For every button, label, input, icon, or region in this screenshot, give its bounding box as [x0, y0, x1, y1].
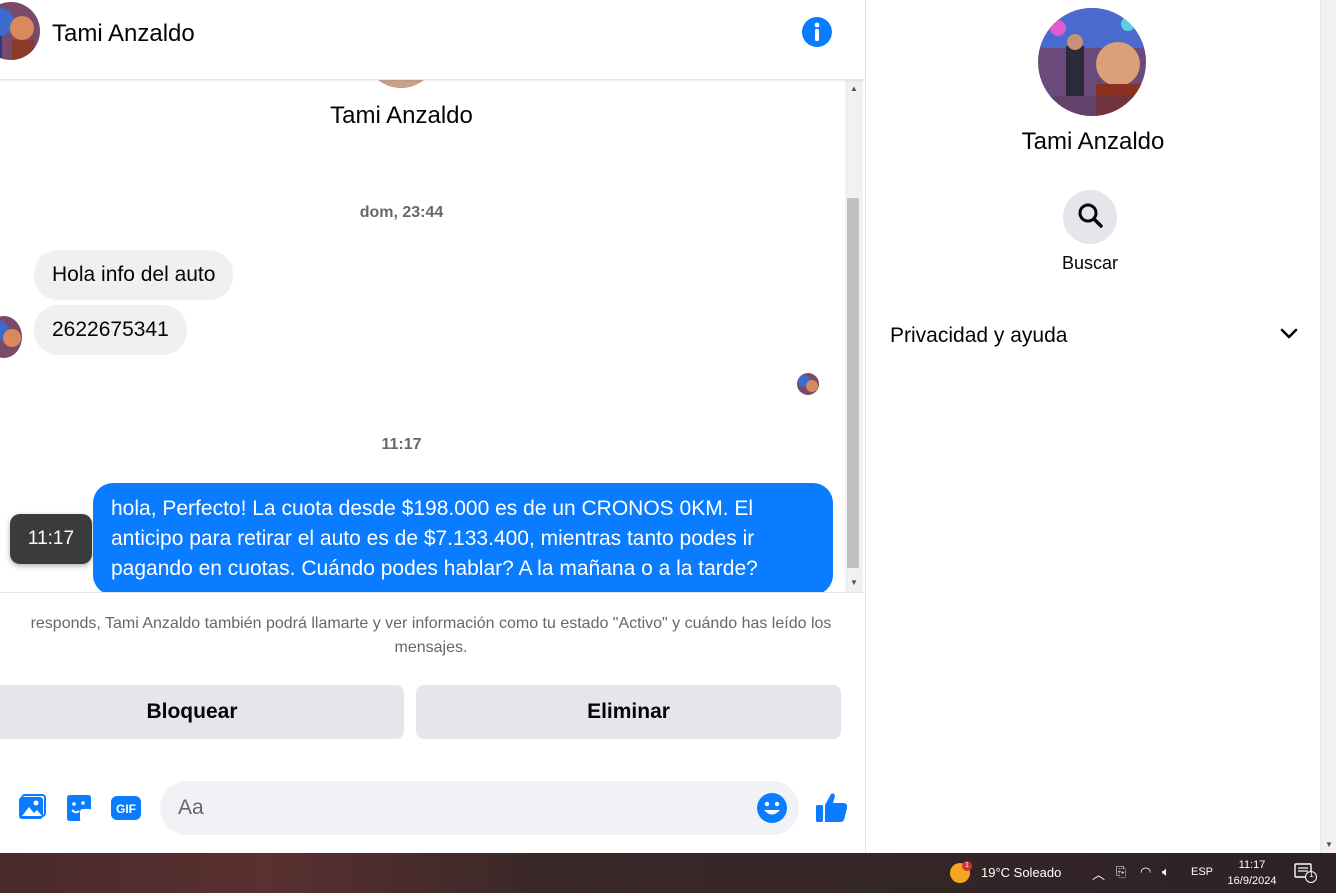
profile-name: Tami Anzaldo	[330, 102, 473, 129]
like-icon[interactable]	[814, 790, 850, 826]
message-timestamp: dom, 23:44	[359, 204, 444, 221]
search-button[interactable]	[1063, 190, 1117, 244]
privacy-help-label: Privacidad y ayuda	[890, 324, 1068, 347]
avatar[interactable]	[0, 2, 40, 60]
weather-badge: 1	[962, 861, 972, 871]
message-input-container[interactable]	[160, 781, 799, 835]
system-clock[interactable]: 11:17 16/9/2024	[1220, 857, 1284, 889]
meet-icon[interactable]: ⎘	[1116, 864, 1126, 880]
avatar	[0, 316, 22, 358]
seen-avatar	[797, 373, 819, 395]
scroll-down-arrow[interactable]: ▼	[845, 574, 863, 590]
outgoing-message[interactable]: hola, Perfecto! La cuota desde $198.000 …	[93, 483, 833, 592]
windows-taskbar: 1 19°C Soleado ︿ ⎘ ◠ 🔈︎ ESP 11:17 16/9/2…	[0, 853, 1336, 893]
composer-divider	[0, 592, 865, 593]
svg-text:GIF: GIF	[116, 802, 136, 816]
search-label: Buscar	[1061, 253, 1119, 273]
volume-icon[interactable]: 🔈︎	[1162, 864, 1170, 880]
tray-chevron-up-icon[interactable]: ︿	[1092, 864, 1105, 883]
profile-avatar	[365, 80, 437, 88]
scrollbar[interactable]: ▲ ▼	[845, 80, 863, 592]
clock-time: 11:17	[1238, 859, 1266, 871]
block-button[interactable]: Bloquear	[0, 685, 404, 739]
wifi-icon[interactable]: ◠	[1140, 864, 1151, 880]
message-timestamp: 11:17	[381, 436, 422, 453]
scroll-thumb[interactable]	[847, 198, 859, 568]
privacy-help-section[interactable]: Privacidad y ayuda	[890, 318, 1300, 354]
messenger-window: Tami Anzaldo Tami Anzaldo dom, 23:44 Hol…	[0, 0, 1336, 853]
search-icon	[1076, 201, 1104, 234]
delete-button[interactable]: Eliminar	[416, 685, 841, 739]
sidebar-contact-name: Tami Anzaldo	[1021, 128, 1165, 155]
message-list[interactable]: Tami Anzaldo dom, 23:44 Hola info del au…	[0, 80, 845, 592]
photo-icon[interactable]	[16, 792, 48, 824]
chat-header: Tami Anzaldo	[0, 0, 865, 80]
message-input[interactable]	[178, 781, 748, 835]
incoming-message[interactable]: Hola info del auto	[34, 250, 234, 300]
notification-icon[interactable]: 1	[1294, 863, 1318, 883]
privacy-notice: responds, Tami Anzaldo también podrá lla…	[30, 615, 832, 656]
clock-date: 16/9/2024	[1227, 875, 1277, 887]
gif-icon[interactable]: GIF	[110, 792, 142, 824]
scroll-up-arrow[interactable]: ▲	[845, 80, 863, 96]
contact-name[interactable]: Tami Anzaldo	[52, 20, 195, 48]
notification-count: 1	[1309, 870, 1314, 879]
emoji-icon[interactable]	[756, 792, 788, 824]
sticker-icon[interactable]	[63, 792, 95, 824]
scroll-down-arrow[interactable]: ▼	[1325, 840, 1333, 849]
chevron-down-icon	[1278, 323, 1300, 350]
page-scrollbar[interactable]: ▼	[1320, 0, 1336, 853]
incoming-message[interactable]: 2622675341	[34, 305, 187, 355]
profile-avatar-large[interactable]	[1038, 8, 1146, 116]
info-icon[interactable]	[801, 16, 833, 48]
language-indicator[interactable]: ESP	[1191, 866, 1213, 878]
time-tooltip: 11:17	[10, 514, 92, 564]
weather-text[interactable]: 19°C Soleado	[981, 865, 1061, 880]
